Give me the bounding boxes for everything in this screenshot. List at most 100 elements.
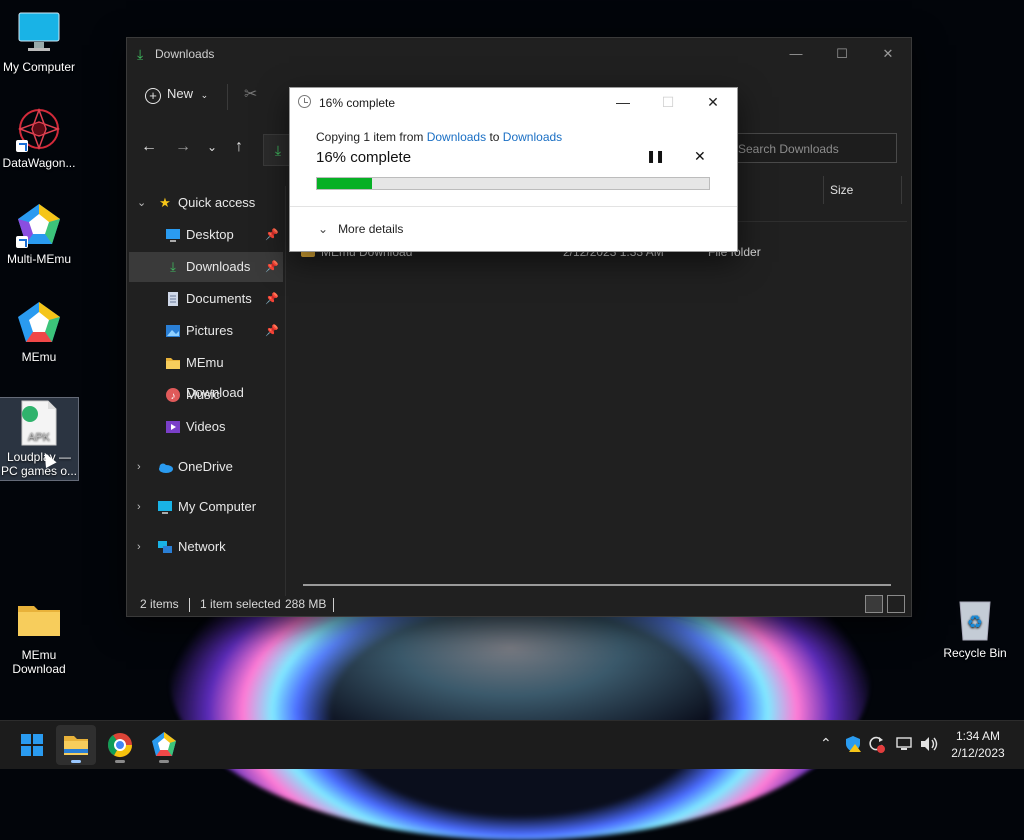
- desktop-icon-memu-download[interactable]: MEmu Download: [0, 598, 78, 676]
- cut-icon[interactable]: ✂: [244, 84, 257, 104]
- source-link[interactable]: Downloads: [427, 130, 486, 144]
- more-details-label: More details: [338, 222, 404, 236]
- sidebar-item-videos[interactable]: Videos: [129, 412, 283, 442]
- minimize-button[interactable]: —: [601, 88, 645, 116]
- taskbar-file-explorer[interactable]: [56, 725, 96, 765]
- desktop-icon-my-computer[interactable]: My Computer: [0, 10, 78, 74]
- cloud-icon: [157, 459, 173, 475]
- svg-text:♻: ♻: [967, 612, 983, 632]
- folder-icon: [16, 598, 62, 644]
- pin-icon[interactable]: 📌: [265, 220, 279, 250]
- sidebar-item-memu-download[interactable]: MEmu Download: [129, 348, 283, 400]
- download-arrow-icon: ⤓: [170, 259, 176, 274]
- large-icons-view-icon[interactable]: [887, 595, 905, 613]
- desktop-icon-label: My Computer: [2, 60, 76, 74]
- desktop-icon-multi-memu[interactable]: Multi-MEmu: [0, 202, 78, 266]
- desktop-icon-label-line2: Download: [12, 662, 66, 676]
- search-input[interactable]: Search Downloads: [727, 133, 897, 163]
- sidebar-item-onedrive[interactable]: › OneDrive: [129, 452, 283, 482]
- column-divider: [901, 176, 902, 204]
- desktop-icon: [165, 227, 181, 243]
- status-selected: 1 item selected: [200, 597, 281, 611]
- datawagon-icon: [16, 106, 62, 152]
- more-details-button[interactable]: ⌄ More details: [318, 222, 403, 236]
- download-arrow-icon: ⤓: [274, 142, 282, 158]
- update-icon[interactable]: [867, 735, 885, 756]
- security-shield-icon[interactable]: [844, 735, 862, 756]
- show-hidden-icons-chevron-icon[interactable]: ⌃: [820, 735, 832, 752]
- taskbar-clock-time[interactable]: 1:34 AM: [946, 729, 1010, 743]
- toolbar-divider: [227, 84, 228, 110]
- desktop-icon-label: DataWagon...: [2, 156, 76, 170]
- sidebar-item-label: OneDrive: [178, 459, 233, 474]
- cancel-icon[interactable]: ✕: [694, 148, 706, 165]
- clock-icon: [298, 95, 311, 108]
- svg-text:♪: ♪: [171, 391, 176, 402]
- copy-description: Copying 1 item from Downloads to Downloa…: [316, 130, 562, 144]
- status-divider: [333, 598, 334, 612]
- pictures-icon: [165, 323, 181, 339]
- taskbar-clock-date[interactable]: 2/12/2023: [946, 746, 1010, 760]
- taskbar-memu[interactable]: [144, 725, 184, 765]
- sidebar-item-label: Quick access: [178, 195, 256, 210]
- column-header-size[interactable]: Size: [823, 176, 903, 204]
- minimize-button[interactable]: —: [773, 38, 819, 70]
- network-icon[interactable]: [895, 735, 913, 756]
- desktop-icon-recycle-bin[interactable]: ♻ Recycle Bin: [936, 596, 1014, 660]
- sidebar-item-documents[interactable]: Documents 📌: [129, 284, 283, 314]
- new-button[interactable]: + New ⌄: [145, 86, 208, 104]
- destination-link[interactable]: Downloads: [503, 130, 562, 144]
- sidebar-item-desktop[interactable]: Desktop 📌: [129, 220, 283, 250]
- sidebar-item-network[interactable]: › Network: [129, 532, 283, 562]
- sidebar-item-label: Desktop: [186, 227, 234, 242]
- status-size: 288 MB: [285, 597, 327, 611]
- network-icon: [157, 539, 173, 555]
- close-button[interactable]: ✕: [691, 88, 735, 116]
- start-button[interactable]: [12, 725, 52, 765]
- recent-locations-chevron-icon[interactable]: ⌄: [207, 140, 217, 154]
- pin-icon[interactable]: 📌: [265, 284, 279, 314]
- desktop-icon-memu[interactable]: MEmu: [0, 300, 78, 364]
- taskbar: ⌃ 1:34 AM 2/12/2023: [0, 720, 1024, 769]
- sidebar-item-label: Network: [178, 539, 226, 554]
- close-button[interactable]: ✕: [865, 38, 911, 70]
- sidebar-item-label: Pictures: [186, 323, 233, 338]
- volume-icon[interactable]: [919, 735, 939, 756]
- pin-icon[interactable]: 📌: [265, 252, 279, 282]
- sidebar-item-pictures[interactable]: Pictures 📌: [129, 316, 283, 346]
- dialog-title-bar[interactable]: 16% complete — ☐ ✕: [290, 88, 737, 116]
- sidebar-item-label: Music: [186, 387, 220, 402]
- taskbar-chrome[interactable]: [100, 725, 140, 765]
- status-bar: 2 items 1 item selected 288 MB: [127, 594, 911, 616]
- dialog-title: 16% complete: [319, 96, 396, 110]
- back-arrow-icon[interactable]: ←: [141, 138, 157, 156]
- monitor-icon: [157, 499, 173, 515]
- pause-icon[interactable]: ❚❚: [646, 149, 665, 163]
- maximize-button[interactable]: ☐: [819, 38, 865, 70]
- up-arrow-icon[interactable]: ↑: [235, 138, 243, 156]
- multi-memu-icon: [16, 202, 62, 248]
- horizontal-scrollbar[interactable]: [303, 584, 891, 586]
- videos-icon: [165, 419, 181, 435]
- desktop-icon-label: MEmu: [21, 350, 57, 364]
- desktop-icon-label: Recycle Bin: [943, 646, 1007, 660]
- progress-fill: [317, 178, 372, 189]
- new-label: New: [167, 86, 194, 101]
- pin-icon[interactable]: 📌: [265, 316, 279, 346]
- folder-icon: [64, 736, 88, 755]
- forward-arrow-icon[interactable]: →: [175, 138, 191, 156]
- copy-progress-dialog[interactable]: 16% complete — ☐ ✕ Copying 1 item from D…: [289, 87, 738, 252]
- desktop-icon-datawagon[interactable]: DataWagon...: [0, 106, 78, 170]
- desktop-icon-label-line2: PC games o...: [0, 464, 78, 478]
- sidebar-item-music[interactable]: ♪ Music: [129, 380, 283, 410]
- details-view-icon[interactable]: [865, 595, 883, 613]
- sidebar-item-downloads[interactable]: ⤓ Downloads 📌: [129, 252, 283, 282]
- sidebar-item-label: My Computer: [178, 499, 257, 514]
- sidebar-item-my-computer[interactable]: › My Computer: [129, 492, 283, 522]
- copy-progress-bar: [316, 177, 710, 190]
- desktop-icon-label: Multi-MEmu: [6, 252, 71, 266]
- desktop-icon-loudplay-apk[interactable]: APK Loudplay — PC games o...: [0, 397, 79, 481]
- sidebar-item-quick-access[interactable]: ⌄ ★ Quick access: [129, 188, 283, 218]
- monitor-icon: [16, 10, 62, 56]
- explorer-title-bar[interactable]: ⤓ Downloads — ☐ ✕: [127, 38, 911, 70]
